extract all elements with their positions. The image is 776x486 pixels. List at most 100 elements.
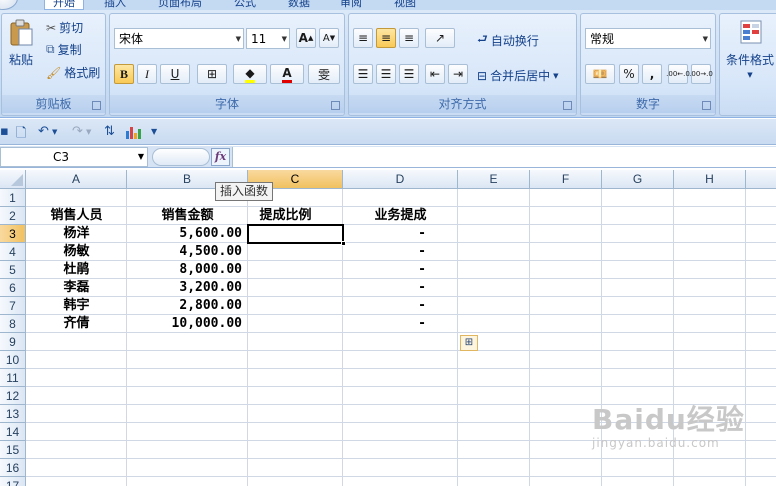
cell-d4[interactable]: -	[343, 243, 458, 261]
fill-handle[interactable]	[341, 241, 346, 246]
number-dialog-launcher[interactable]	[702, 101, 711, 110]
cell-a7[interactable]: 韩宇	[26, 297, 127, 315]
tab-insert[interactable]: 插入	[104, 0, 126, 10]
chart-icon[interactable]	[124, 124, 142, 140]
font-name-combo[interactable]: 宋体 ▼	[114, 28, 244, 49]
copy-button[interactable]: ⧉ 复制	[46, 41, 82, 58]
sort-icon[interactable]: ⇅	[104, 124, 115, 139]
row-header[interactable]: 9	[0, 333, 26, 351]
underline-button[interactable]: U	[160, 64, 190, 84]
decrease-decimal-button[interactable]: .00→.0	[689, 64, 713, 84]
percent-style-button[interactable]: %	[619, 64, 639, 84]
top-align-button[interactable]: ≡	[353, 28, 373, 48]
row-header[interactable]: 17	[0, 477, 26, 486]
increase-indent-button[interactable]: ⇥	[448, 64, 468, 84]
bold-button[interactable]: B	[114, 64, 134, 84]
row-header[interactable]: 6	[0, 279, 26, 297]
increase-decimal-button[interactable]: .00←.0	[666, 64, 690, 84]
cell-b3[interactable]: 5,600.00	[127, 225, 248, 243]
cell-a3[interactable]: 杨洋	[26, 225, 127, 243]
italic-button[interactable]: I	[137, 64, 157, 84]
clipboard-dialog-launcher[interactable]	[92, 101, 101, 110]
tab-home[interactable]: 开始	[44, 0, 84, 10]
cell-c2[interactable]: 提成比例	[248, 207, 323, 225]
cell-d7[interactable]: -	[343, 297, 458, 315]
row-header[interactable]: 15	[0, 441, 26, 459]
row-header[interactable]: 7	[0, 297, 26, 315]
row-header[interactable]: 12	[0, 387, 26, 405]
active-cell-c3[interactable]	[247, 224, 346, 246]
chevron-down-icon[interactable]: ▼	[52, 128, 57, 136]
column-header-g[interactable]: G	[602, 170, 674, 189]
cell-d5[interactable]: -	[343, 261, 458, 279]
office-button[interactable]	[0, 0, 18, 10]
formula-input[interactable]	[232, 147, 776, 167]
row-header[interactable]: 1	[0, 189, 26, 207]
undo-icon[interactable]: ↶	[38, 124, 49, 139]
tab-page-layout[interactable]: 页面布局	[158, 0, 202, 10]
row-header[interactable]: 8	[0, 315, 26, 333]
select-all-corner[interactable]	[0, 170, 26, 189]
chevron-down-icon[interactable]: ▼	[86, 128, 91, 136]
tab-view[interactable]: 视图	[394, 0, 416, 10]
cell-d8[interactable]: -	[343, 315, 458, 333]
font-dialog-launcher[interactable]	[331, 101, 340, 110]
row-header[interactable]: 5	[0, 261, 26, 279]
merge-center-button[interactable]: ⊟ 合并后居中 ▼	[477, 67, 558, 84]
borders-button[interactable]: ⊞	[197, 64, 227, 84]
cell-b5[interactable]: 8,000.00	[127, 261, 248, 279]
column-header-f[interactable]: F	[530, 170, 602, 189]
cell-b6[interactable]: 3,200.00	[127, 279, 248, 297]
cell-d6[interactable]: -	[343, 279, 458, 297]
cell-a2[interactable]: 销售人员	[26, 207, 127, 225]
column-header-e[interactable]: E	[458, 170, 530, 189]
font-size-combo[interactable]: 11 ▼	[246, 28, 290, 49]
save-icon[interactable]: ▪	[0, 124, 9, 139]
bottom-align-button[interactable]: ≡	[399, 28, 419, 48]
orientation-button[interactable]: ↗	[425, 28, 455, 48]
name-box[interactable]: C3 ▼	[0, 147, 148, 167]
insert-function-button[interactable]: fx	[211, 148, 230, 166]
cut-button[interactable]: ✂ 剪切	[46, 19, 83, 36]
row-header[interactable]: 16	[0, 459, 26, 477]
fill-color-button[interactable]: ◆	[233, 64, 267, 84]
new-document-icon[interactable]: 🗋	[16, 124, 26, 146]
wrap-text-button[interactable]: ⮐ 自动换行	[477, 30, 539, 51]
format-painter-button[interactable]: 🖌 格式刷	[46, 64, 100, 81]
row-header[interactable]: 11	[0, 369, 26, 387]
row-header[interactable]: 14	[0, 423, 26, 441]
font-color-button[interactable]: A	[270, 64, 304, 84]
cell-b2[interactable]: 销售金额	[127, 207, 248, 225]
cell-d3[interactable]: -	[343, 225, 458, 243]
row-header[interactable]: 3	[0, 225, 26, 243]
cell-a5[interactable]: 杜鹃	[26, 261, 127, 279]
grow-font-button[interactable]: A ▲	[296, 28, 316, 48]
redo-icon[interactable]: ↷	[72, 124, 83, 139]
paste-options-button[interactable]: ⊞	[460, 335, 478, 351]
column-header-a[interactable]: A	[26, 170, 127, 189]
middle-align-button[interactable]: ≡	[376, 28, 396, 48]
row-header[interactable]: 10	[0, 351, 26, 369]
decrease-indent-button[interactable]: ⇤	[425, 64, 445, 84]
cell-a4[interactable]: 杨敏	[26, 243, 127, 261]
column-header-partial[interactable]	[746, 170, 776, 189]
row-header[interactable]: 2	[0, 207, 26, 225]
align-center-button[interactable]: ☰	[376, 64, 396, 84]
tab-formulas[interactable]: 公式	[234, 0, 256, 10]
conditional-format-button[interactable]: 条件格式 ▼	[722, 18, 776, 79]
tab-review[interactable]: 审阅	[340, 0, 362, 10]
accounting-format-button[interactable]: 💴	[585, 64, 615, 84]
row-header[interactable]: 4	[0, 243, 26, 261]
cell-a6[interactable]: 李磊	[26, 279, 127, 297]
column-header-d[interactable]: D	[343, 170, 458, 189]
comma-style-button[interactable]: ,	[642, 64, 662, 84]
cell-a8[interactable]: 齐倩	[26, 315, 127, 333]
tab-data[interactable]: 数据	[288, 0, 310, 10]
phonetic-button[interactable]: 雯	[308, 64, 340, 84]
number-format-combo[interactable]: 常规 ▼	[585, 28, 711, 49]
column-header-h[interactable]: H	[674, 170, 746, 189]
customize-qat-icon[interactable]: ▼	[151, 127, 157, 136]
row-header[interactable]: 13	[0, 405, 26, 423]
cell-b4[interactable]: 4,500.00	[127, 243, 248, 261]
shrink-font-button[interactable]: A ▼	[319, 28, 339, 48]
